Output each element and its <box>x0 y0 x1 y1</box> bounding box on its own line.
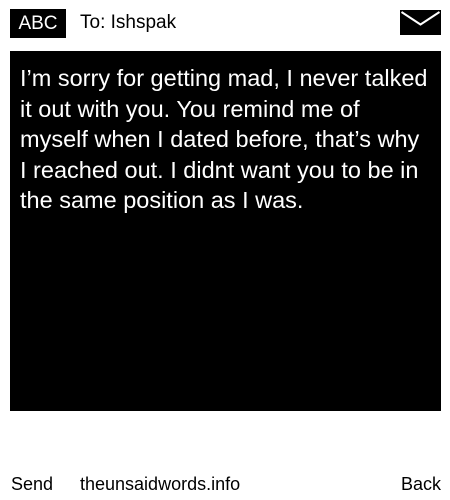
softkey-bar: Send theunsaidwords.info Back <box>0 472 450 496</box>
message-text: I’m sorry for getting mad, I never talke… <box>20 65 428 213</box>
back-button[interactable]: Back <box>401 472 441 496</box>
send-button[interactable]: Send <box>11 472 53 496</box>
envelope-icon <box>400 10 441 35</box>
input-mode-badge[interactable]: ABC <box>10 9 66 38</box>
site-label: theunsaidwords.info <box>80 474 241 494</box>
message-body[interactable]: I’m sorry for getting mad, I never talke… <box>10 51 441 411</box>
message-header: ABC To: Ishspak <box>0 0 450 46</box>
recipient-label: To: Ishspak <box>80 12 177 33</box>
